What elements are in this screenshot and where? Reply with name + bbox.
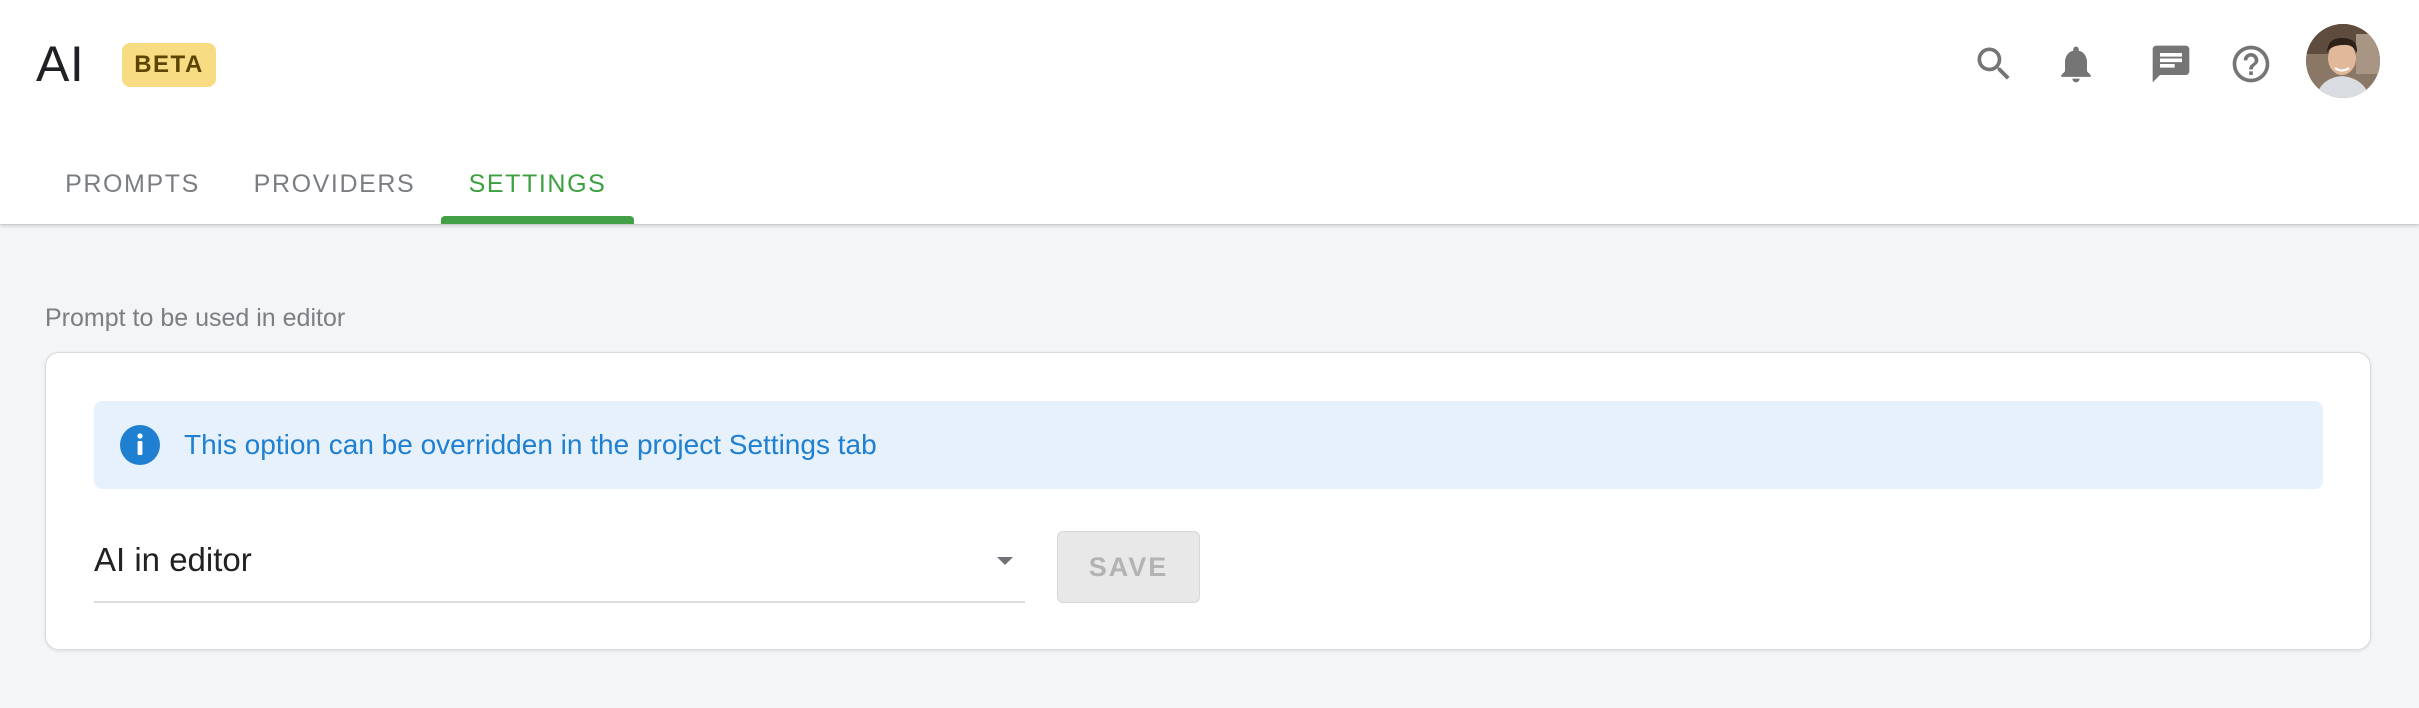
page-title: AI <box>36 36 85 92</box>
bell-icon[interactable] <box>2048 36 2104 92</box>
tab-providers[interactable]: PROVIDERS <box>247 145 422 224</box>
info-message: This option can be overridden in the pro… <box>184 429 877 460</box>
chevron-down-icon <box>993 549 1017 573</box>
beta-badge: BETA <box>122 43 216 87</box>
help-icon[interactable] <box>2223 36 2279 92</box>
section-label: Prompt to be used in editor <box>45 304 346 332</box>
save-button[interactable]: SAVE <box>1057 531 1200 603</box>
info-alert: This option can be overridden in the pro… <box>94 401 2323 489</box>
settings-card: This option can be overridden in the pro… <box>45 352 2371 650</box>
user-avatar[interactable] <box>2306 24 2380 98</box>
info-icon <box>118 423 162 467</box>
prompt-select[interactable]: AI in editor <box>94 527 1025 603</box>
tab-prompts[interactable]: PROMPTS <box>45 145 220 224</box>
top-bar: AI BETA PROMPTS PROVIDERS SETTINGS <box>0 0 2419 224</box>
prompt-select-value: AI in editor <box>94 541 252 578</box>
search-icon[interactable] <box>1966 36 2022 92</box>
active-tab-indicator <box>441 216 634 224</box>
chat-icon[interactable] <box>2143 36 2199 92</box>
tab-settings[interactable]: SETTINGS <box>441 145 634 224</box>
